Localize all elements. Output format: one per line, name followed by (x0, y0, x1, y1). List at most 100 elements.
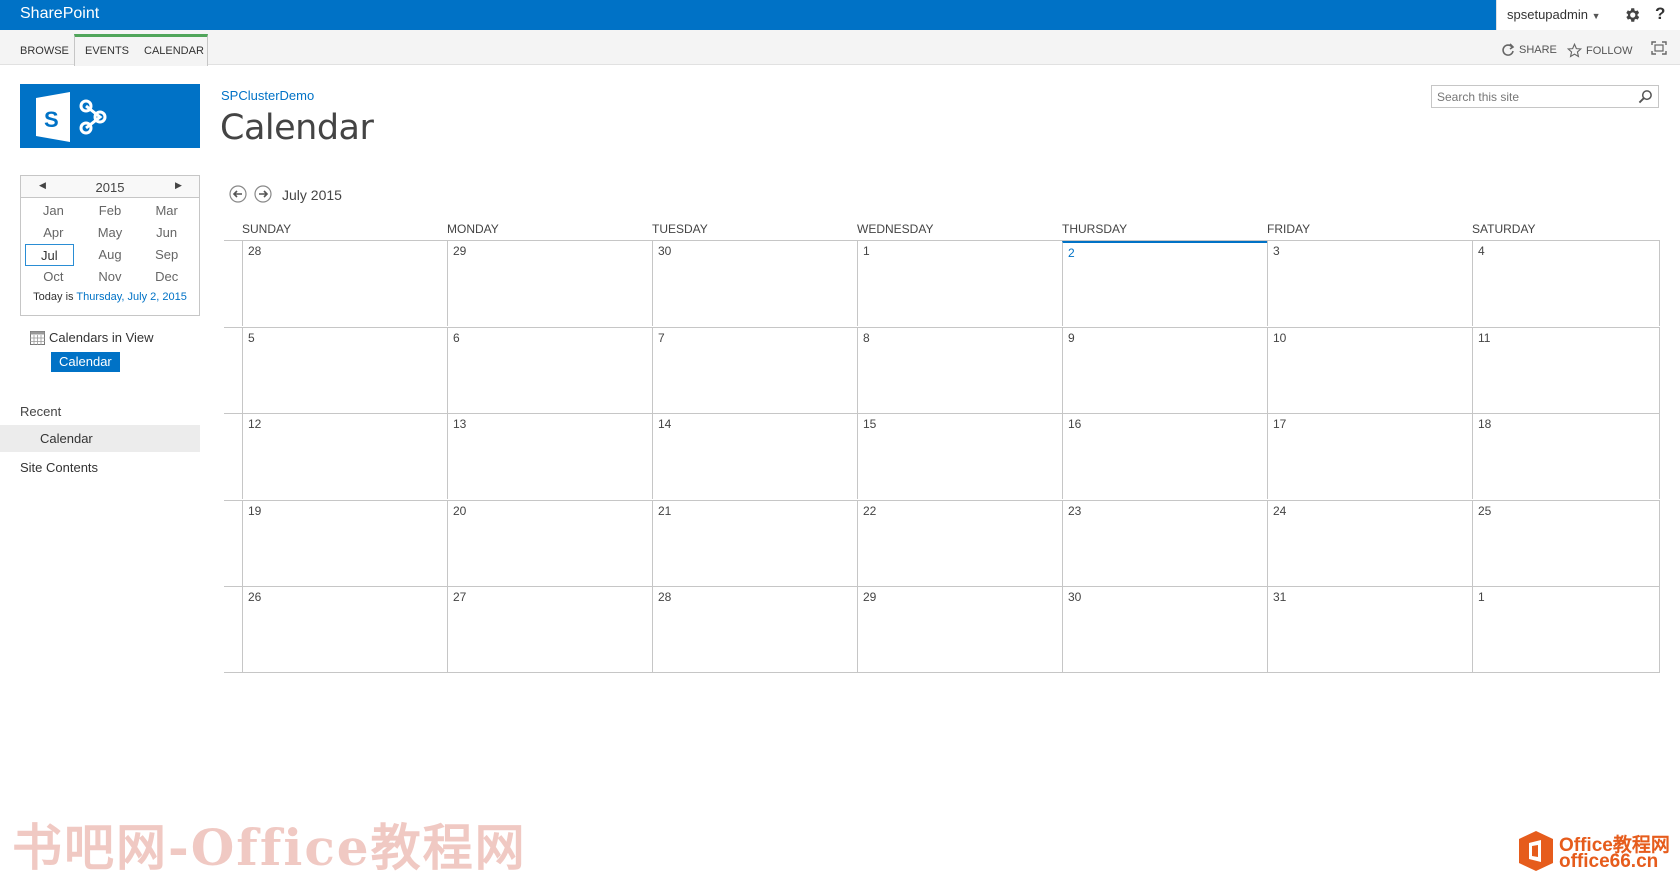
day-cell[interactable]: 22 (857, 500, 1062, 586)
day-cell[interactable]: 10 (1267, 327, 1472, 413)
month-nov[interactable]: Nov (82, 266, 139, 288)
today-link[interactable]: Thursday, July 2, 2015 (76, 291, 186, 303)
day-number[interactable]: 27 (453, 590, 466, 604)
day-cell[interactable]: 14 (652, 414, 857, 499)
nav-item-site-contents[interactable]: Site Contents (20, 460, 98, 475)
day-cell[interactable]: 31 (1267, 587, 1472, 672)
follow-button[interactable]: FOLLOW (1567, 43, 1632, 58)
next-year-icon[interactable]: ▶ (175, 180, 182, 191)
day-number[interactable]: 16 (1068, 417, 1081, 431)
day-cell[interactable]: 4 (1472, 241, 1660, 326)
day-cell[interactable]: 25 (1472, 500, 1660, 586)
day-number[interactable]: 4 (1478, 244, 1485, 258)
day-number[interactable]: 15 (863, 417, 876, 431)
gear-icon[interactable] (1623, 6, 1641, 24)
month-may[interactable]: May (82, 222, 139, 244)
day-cell[interactable]: 29 (857, 587, 1062, 672)
nav-recent-heading[interactable]: Recent (20, 404, 61, 419)
day-number[interactable]: 30 (658, 244, 671, 258)
day-number[interactable]: 8 (863, 331, 870, 345)
day-cell[interactable]: 1 (1472, 587, 1660, 672)
calendar-overlay-tag[interactable]: Calendar (51, 352, 120, 372)
day-number[interactable]: 7 (658, 331, 665, 345)
focus-content-icon[interactable] (1651, 41, 1667, 55)
day-number[interactable]: 31 (1273, 590, 1286, 604)
day-cell[interactable]: 1 (857, 241, 1062, 326)
day-number[interactable]: 9 (1068, 331, 1075, 345)
month-mar[interactable]: Mar (138, 200, 195, 222)
day-cell[interactable]: 21 (652, 500, 857, 586)
day-number[interactable]: 30 (1068, 590, 1081, 604)
day-number[interactable]: 1 (1478, 590, 1485, 604)
day-cell[interactable]: 20 (447, 500, 652, 586)
help-icon[interactable]: ? (1655, 4, 1665, 24)
day-number[interactable]: 24 (1273, 504, 1286, 518)
suite-brand[interactable]: SharePoint (20, 5, 99, 23)
tab-browse[interactable]: BROWSE (20, 38, 69, 65)
day-cell[interactable]: 26 (242, 587, 447, 672)
next-month-icon[interactable] (254, 185, 272, 203)
day-number[interactable]: 23 (1068, 504, 1081, 518)
day-number[interactable]: 21 (658, 504, 671, 518)
day-cell[interactable]: 15 (857, 414, 1062, 499)
day-number[interactable]: 28 (248, 244, 261, 258)
day-cell[interactable]: 24 (1267, 500, 1472, 586)
month-sep[interactable]: Sep (138, 244, 195, 266)
day-number[interactable]: 6 (453, 331, 460, 345)
month-feb[interactable]: Feb (82, 200, 139, 222)
day-number[interactable]: 11 (1478, 331, 1490, 345)
day-cell[interactable]: 12 (242, 414, 447, 499)
search-icon[interactable] (1638, 89, 1653, 104)
previous-month-icon[interactable] (229, 185, 247, 203)
site-logo[interactable]: S (20, 84, 200, 148)
day-cell[interactable]: 17 (1267, 414, 1472, 499)
day-number[interactable]: 19 (248, 504, 261, 518)
day-cell[interactable]: 29 (447, 241, 652, 326)
day-cell[interactable]: 28 (652, 587, 857, 672)
month-jan[interactable]: Jan (25, 200, 82, 222)
day-number[interactable]: 17 (1273, 417, 1286, 431)
nav-item-calendar[interactable]: Calendar (0, 425, 200, 452)
breadcrumb[interactable]: SPClusterDemo (221, 88, 314, 103)
day-cell[interactable]: 27 (447, 587, 652, 672)
day-cell[interactable]: 23 (1062, 500, 1267, 586)
month-dec[interactable]: Dec (138, 266, 195, 288)
day-cell[interactable]: 8 (857, 327, 1062, 413)
day-number[interactable]: 1 (863, 244, 870, 258)
day-number[interactable]: 29 (453, 244, 466, 258)
day-cell[interactable]: 7 (652, 327, 857, 413)
day-cell[interactable]: 6 (447, 327, 652, 413)
day-number[interactable]: 3 (1273, 244, 1280, 258)
day-number[interactable]: 20 (453, 504, 466, 518)
day-number[interactable]: 25 (1478, 504, 1491, 518)
day-number[interactable]: 13 (453, 417, 466, 431)
day-cell[interactable]: 11 (1472, 327, 1660, 413)
month-jun[interactable]: Jun (138, 222, 195, 244)
month-aug[interactable]: Aug (82, 244, 139, 266)
day-cell[interactable]: 18 (1472, 414, 1660, 499)
day-cell[interactable]: 28 (242, 241, 447, 326)
day-number[interactable]: 12 (248, 417, 261, 431)
tab-events[interactable]: EVENTS (85, 38, 129, 65)
day-cell[interactable]: 30 (1062, 587, 1267, 672)
day-cell[interactable]: 2 (1062, 241, 1267, 326)
share-button[interactable]: SHARE (1501, 43, 1557, 57)
day-number[interactable]: 14 (658, 417, 671, 431)
day-number[interactable]: 10 (1273, 331, 1286, 345)
day-cell[interactable]: 5 (242, 327, 447, 413)
day-number[interactable]: 28 (658, 590, 671, 604)
day-cell[interactable]: 3 (1267, 241, 1472, 326)
search-input[interactable] (1432, 86, 1632, 107)
day-number[interactable]: 18 (1478, 417, 1491, 431)
user-menu[interactable]: spsetupadmin ▼ (1507, 7, 1601, 22)
day-number[interactable]: 22 (863, 504, 876, 518)
day-cell[interactable]: 19 (242, 500, 447, 586)
day-number[interactable]: 2 (1068, 246, 1075, 260)
day-cell[interactable]: 9 (1062, 327, 1267, 413)
month-oct[interactable]: Oct (25, 266, 82, 288)
tab-calendar[interactable]: CALENDAR (144, 38, 204, 65)
day-number[interactable]: 5 (248, 331, 255, 345)
day-number[interactable]: 26 (248, 590, 261, 604)
day-cell[interactable]: 13 (447, 414, 652, 499)
page-title[interactable]: Calendar (220, 108, 374, 148)
